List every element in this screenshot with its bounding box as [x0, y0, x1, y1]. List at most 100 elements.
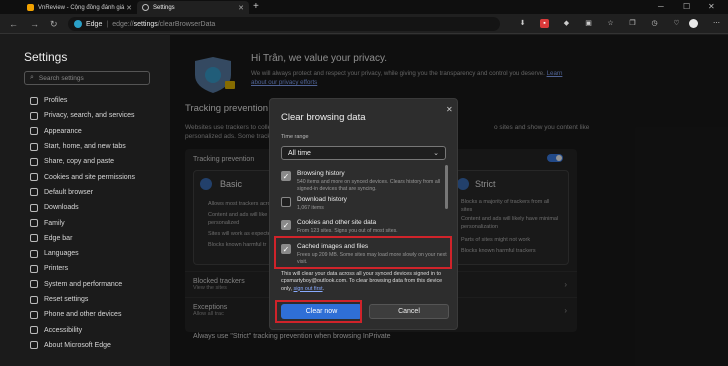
- search-placeholder: Search settings: [38, 74, 84, 82]
- cookie-icon: [30, 173, 38, 182]
- phone-icon: [30, 310, 38, 319]
- home-icon: [30, 142, 38, 151]
- forward-icon[interactable]: →: [30, 14, 39, 34]
- sidebar-item-reset[interactable]: Reset settings: [30, 292, 135, 307]
- sidebar-item-phone[interactable]: Phone and other devices: [30, 307, 135, 322]
- tab-settings[interactable]: Settings ✕: [137, 1, 249, 14]
- sidebar-item-printers[interactable]: Printers: [30, 261, 135, 276]
- sidebar-item-about[interactable]: About Microsoft Edge: [30, 338, 135, 353]
- family-icon: [30, 219, 38, 228]
- option-desc: 1,067 items: [297, 205, 324, 211]
- sidebar-item-share-copy[interactable]: Share, copy and paste: [30, 154, 135, 169]
- url-separator: |: [106, 20, 109, 28]
- sidebar-menu: Profiles Privacy, search, and services A…: [30, 93, 135, 353]
- sidebar-item-cookies[interactable]: Cookies and site permissions: [30, 169, 135, 184]
- sidebar-item-label: Accessibility: [44, 326, 83, 334]
- sidebar-item-label: Profiles: [44, 97, 68, 105]
- tab-vnreview-label: VnReview - Cộng đồng đánh giá: [38, 4, 125, 11]
- extension-red-icon[interactable]: ▪: [540, 19, 549, 28]
- minimize-icon[interactable]: ─: [658, 0, 664, 14]
- edge-logo-icon: [74, 20, 82, 28]
- vnreview-favicon-icon: [27, 4, 34, 11]
- sidebar-item-label: Start, home, and new tabs: [44, 143, 126, 151]
- search-input[interactable]: ⌕ Search settings: [24, 71, 150, 85]
- tab-settings-label: Settings: [153, 4, 175, 11]
- cancel-button[interactable]: Cancel: [369, 304, 449, 319]
- profile-icon: [30, 96, 38, 105]
- highlight-clear-now: [275, 300, 362, 323]
- time-range-label: Time range: [281, 134, 309, 140]
- sidebar-item-label: Privacy, search, and services: [44, 112, 135, 120]
- settings-sidebar: Settings ⌕ Search settings Profiles Priv…: [0, 35, 170, 366]
- edge-logo-icon: [30, 341, 38, 350]
- url-suffix: /clearBrowserData: [157, 20, 216, 28]
- lock-icon: [30, 111, 38, 120]
- sidebar-item-appearance[interactable]: Appearance: [30, 124, 135, 139]
- download-history-checkbox[interactable]: [281, 197, 291, 207]
- close-tab-icon[interactable]: ✕: [238, 4, 244, 12]
- sign-out-link[interactable]: sign out first: [294, 286, 323, 292]
- extension-icon[interactable]: ◆: [562, 19, 571, 28]
- sidebar-item-label: Downloads: [44, 204, 79, 212]
- sidebar-item-label: Languages: [44, 250, 79, 258]
- sidebar-item-edge-bar[interactable]: Edge bar: [30, 231, 135, 246]
- time-range-value: All time: [288, 149, 311, 157]
- sidebar-item-label: Reset settings: [44, 296, 89, 303]
- sidebar-item-family[interactable]: Family: [30, 215, 135, 230]
- close-tab-icon[interactable]: ✕: [126, 4, 132, 12]
- download-icon[interactable]: ⬇: [518, 19, 527, 28]
- sidebar-item-label: Cookies and site permissions: [44, 173, 136, 181]
- clear-browsing-data-dialog: Clear browsing data ✕ Time range All tim…: [269, 98, 458, 330]
- option-title: Download history: [297, 196, 347, 203]
- dialog-title: Clear browsing data: [281, 112, 366, 123]
- refresh-icon[interactable]: ↻: [50, 14, 58, 34]
- close-icon[interactable]: ✕: [446, 105, 453, 114]
- back-icon[interactable]: ←: [9, 14, 18, 34]
- sidebar-item-downloads[interactable]: Downloads: [30, 200, 135, 215]
- avatar[interactable]: [689, 19, 698, 28]
- highlight-cached-images: [274, 236, 452, 269]
- sidebar-item-label: Family: [44, 219, 65, 227]
- sidebar-item-default-browser[interactable]: Default browser: [30, 185, 135, 200]
- printer-icon: [30, 264, 38, 273]
- browsing-history-checkbox[interactable]: ✓: [281, 171, 291, 181]
- collections-icon[interactable]: ❐: [628, 19, 637, 28]
- more-options-icon[interactable]: ⋯: [712, 19, 721, 28]
- favorites-icon[interactable]: ☆: [606, 19, 615, 28]
- reset-icon: [30, 295, 38, 304]
- url-brand: Edge: [86, 20, 103, 28]
- extension-icon[interactable]: ▣: [584, 19, 593, 28]
- sidebar-item-label: Printers: [44, 265, 69, 273]
- url-input[interactable]: Edge | edge:// settings /clearBrowserDat…: [68, 17, 500, 31]
- browser-essentials-icon[interactable]: ♡: [672, 19, 681, 28]
- sidebar-item-label: Appearance: [44, 127, 82, 135]
- download-icon: [30, 203, 38, 212]
- close-window-icon[interactable]: ✕: [708, 0, 715, 14]
- address-bar: ← → ↻ Edge | edge:// settings /clearBrow…: [0, 14, 728, 34]
- time-range-select[interactable]: All time ⌄: [281, 146, 446, 160]
- tab-bar: VnReview - Cộng đồng đánh giá ✕ Settings…: [0, 0, 728, 14]
- sidebar-item-accessibility[interactable]: Accessibility: [30, 322, 135, 337]
- gear-icon: [142, 4, 149, 11]
- sidebar-title: Settings: [24, 50, 68, 64]
- maximize-icon[interactable]: ☐: [683, 0, 690, 14]
- tab-vnreview[interactable]: VnReview - Cộng đồng đánh giá ✕: [22, 1, 137, 14]
- sidebar-item-label: About Microsoft Edge: [44, 341, 111, 349]
- palette-icon: [30, 127, 38, 136]
- sidebar-item-start-home[interactable]: Start, home, and new tabs: [30, 139, 135, 154]
- new-tab-button[interactable]: +: [253, 0, 259, 14]
- history-icon[interactable]: ◷: [650, 19, 659, 28]
- sidebar-item-profiles[interactable]: Profiles: [30, 93, 135, 108]
- sidebar-item-label: Share, copy and paste: [44, 158, 115, 166]
- url-main: settings: [133, 20, 158, 28]
- search-icon: ⌕: [30, 74, 34, 81]
- sidebar-item-privacy[interactable]: Privacy, search, and services: [30, 108, 135, 123]
- option-desc: 540 items and more on synced devices. Cl…: [297, 179, 441, 192]
- sidebar-item-system[interactable]: System and performance: [30, 277, 135, 292]
- cookies-checkbox[interactable]: ✓: [281, 220, 291, 230]
- language-icon: [30, 249, 38, 258]
- sidebar-item-languages[interactable]: Languages: [30, 246, 135, 261]
- option-desc: From 123 sites. Signs you out of most si…: [297, 228, 398, 234]
- dialog-scrollbar[interactable]: [445, 165, 448, 209]
- sidebar-item-label: Default browser: [44, 188, 94, 196]
